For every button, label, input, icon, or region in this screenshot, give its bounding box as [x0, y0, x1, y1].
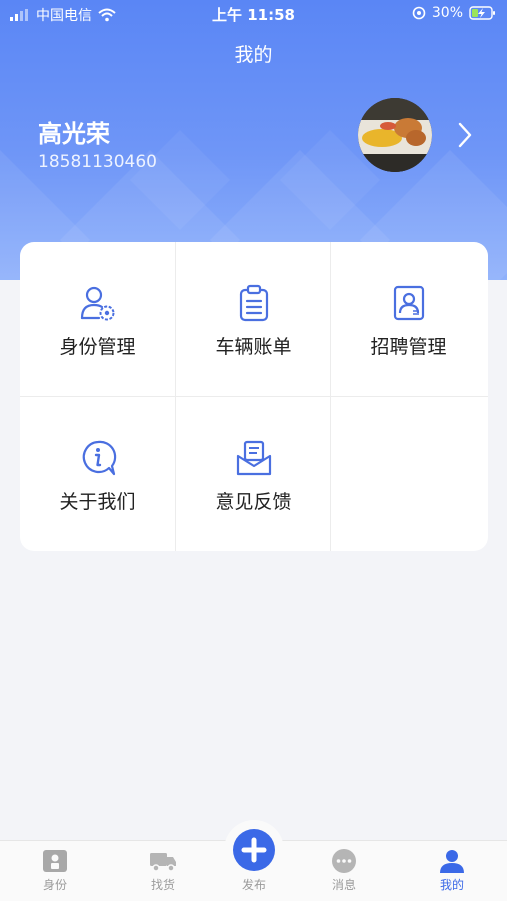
- chat-dots-icon: [332, 849, 356, 873]
- info-chat-icon: [82, 440, 116, 476]
- menu-item-identity[interactable]: 身份管理: [20, 242, 175, 396]
- tab-label: 发布: [241, 878, 266, 892]
- avatar[interactable]: [358, 98, 432, 172]
- tab-messages[interactable]: 消息: [304, 841, 384, 901]
- orientation-lock-icon: [412, 6, 426, 20]
- person-icon: [440, 850, 464, 873]
- menu-item-label: 身份管理: [59, 336, 136, 358]
- menu-item-label: 关于我们: [59, 491, 136, 513]
- menu-item-label: 意见反馈: [215, 491, 292, 513]
- status-bar: 中国电信 上午 11:58 30%: [0, 0, 507, 28]
- battery-charging-icon: [469, 6, 495, 20]
- tab-label: 消息: [331, 878, 356, 892]
- menu-item-feedback[interactable]: 意见反馈: [176, 397, 331, 551]
- tab-mine[interactable]: 我的: [412, 841, 492, 901]
- feedback-mail-icon: [236, 440, 271, 476]
- menu-item-label: 招聘管理: [370, 336, 447, 358]
- menu-item-vehicle-bill[interactable]: 车辆账单: [176, 242, 331, 396]
- chevron-right-icon[interactable]: [455, 120, 475, 150]
- avatar-photo: [358, 98, 432, 172]
- status-right: 30%: [412, 5, 497, 21]
- menu-item-about[interactable]: 关于我们: [20, 397, 175, 551]
- menu-grid: 身份管理 车辆账单 招聘管理 关于我们 意见反馈: [20, 242, 488, 551]
- user-name: 高光荣: [38, 120, 110, 148]
- tab-identity[interactable]: 身份: [15, 841, 95, 901]
- truck-icon: [150, 853, 176, 872]
- id-card-icon: [393, 285, 424, 321]
- clipboard-icon: [239, 284, 268, 322]
- tab-label: 找货: [150, 878, 175, 892]
- plus-icon: [241, 837, 267, 863]
- tab-label: 我的: [439, 878, 464, 892]
- user-phone: 18581130460: [38, 152, 157, 172]
- tab-find-goods[interactable]: 找货: [123, 841, 203, 901]
- publish-button[interactable]: [233, 829, 275, 871]
- page-title: 我的: [234, 44, 273, 66]
- battery-percent: 30%: [431, 5, 463, 21]
- user-settings-icon: [80, 286, 114, 321]
- menu-item-recruitment[interactable]: 招聘管理: [331, 242, 486, 396]
- id-badge-icon: [43, 850, 67, 872]
- menu-item-label: 车辆账单: [215, 336, 292, 358]
- tab-label: 身份: [42, 878, 67, 892]
